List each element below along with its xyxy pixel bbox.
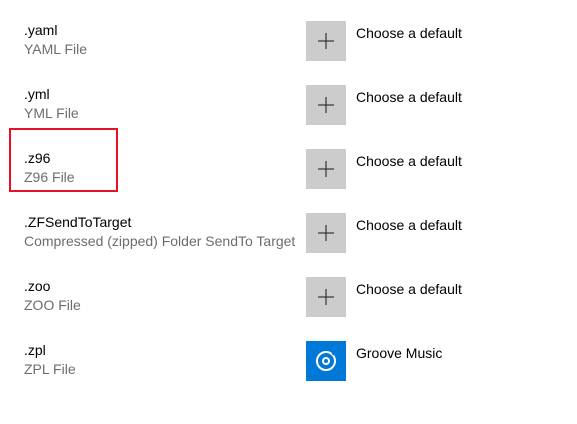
extension-label: .zpl	[24, 342, 46, 358]
extension-label: .yaml	[24, 22, 58, 38]
extension-label: .ZFSendToTarget	[24, 214, 132, 230]
file-type-description: YAML File	[24, 41, 88, 57]
choose-default-app-button[interactable]	[306, 277, 346, 317]
choose-default-app-button[interactable]	[306, 213, 346, 253]
association-row-zpl: .zpl ZPL File Groove Music	[0, 341, 577, 405]
association-row-zoo: .zoo ZOO File Choose a default	[0, 277, 577, 341]
groove-music-app-button[interactable]	[306, 341, 346, 381]
default-app-label[interactable]: Choose a default	[356, 280, 462, 298]
extension-label: .zoo	[24, 278, 51, 294]
plus-icon	[318, 161, 334, 177]
file-type-description: Z96 File	[24, 169, 75, 185]
file-type-description: Compressed (zipped) Folder SendTo Target	[24, 233, 296, 249]
groove-music-icon	[316, 350, 337, 371]
plus-icon	[318, 289, 334, 305]
association-row-z96: .z96 Z96 File Choose a default	[0, 149, 577, 213]
default-app-label[interactable]: Choose a default	[356, 24, 462, 42]
default-app-label[interactable]: Choose a default	[356, 216, 462, 234]
choose-default-app-button[interactable]	[306, 21, 346, 61]
choose-default-app-button[interactable]	[306, 85, 346, 125]
plus-icon	[318, 225, 334, 241]
default-app-label[interactable]: Choose a default	[356, 152, 462, 170]
file-type-description: ZOO File	[24, 297, 81, 313]
plus-icon	[318, 33, 334, 49]
plus-icon	[318, 97, 334, 113]
extension-label: .yml	[24, 86, 50, 102]
file-type-description: ZPL File	[24, 361, 76, 377]
file-type-description: YML File	[24, 105, 79, 121]
choose-default-app-button[interactable]	[306, 149, 346, 189]
association-row-yaml: .yaml YAML File Choose a default	[0, 21, 577, 85]
extension-label: .z96	[24, 150, 51, 166]
default-app-label[interactable]: Groove Music	[356, 344, 442, 362]
association-row-yml: .yml YML File Choose a default	[0, 85, 577, 149]
association-row-zfsendtotarget: .ZFSendToTarget Compressed (zipped) Fold…	[0, 213, 577, 277]
default-app-label[interactable]: Choose a default	[356, 88, 462, 106]
